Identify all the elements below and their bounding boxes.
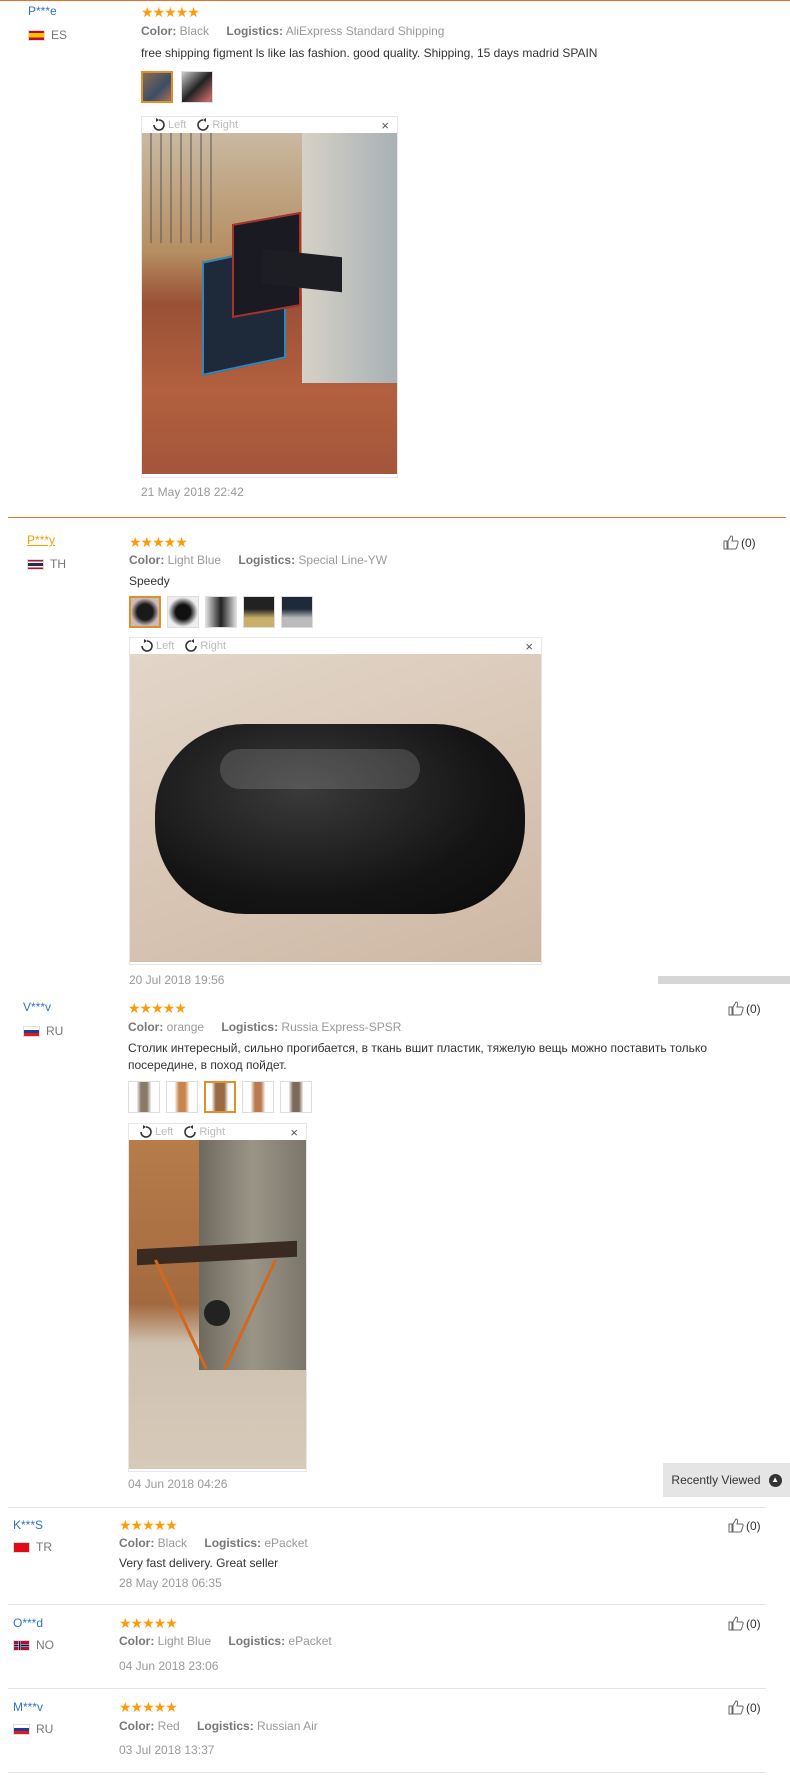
- reviewer-country: RU: [13, 1722, 53, 1736]
- photo-thumbnail[interactable]: [242, 1081, 274, 1113]
- photo-thumbnail[interactable]: [243, 596, 275, 628]
- reviewer-name[interactable]: P***e: [28, 4, 57, 18]
- star-rating: ★★★★★: [119, 1699, 178, 1715]
- photo-thumbnails: [141, 71, 213, 103]
- reviewer-country: TR: [13, 1540, 52, 1554]
- photo-thumbnail[interactable]: [204, 1081, 236, 1113]
- review-meta: Color: orange Logistics: Russia Express-…: [128, 1020, 402, 1034]
- viewer-toolbar: Left Right ×: [142, 117, 397, 133]
- reviewer-name[interactable]: P***y: [27, 533, 55, 547]
- rotate-right-icon: [197, 118, 210, 131]
- reviewer-name[interactable]: V***v: [23, 1000, 51, 1014]
- review-text: Speedy: [129, 574, 170, 588]
- review-date: 03 Jul 2018 13:37: [119, 1743, 215, 1757]
- flag-ru-icon: [13, 1723, 30, 1735]
- close-viewer-button[interactable]: ×: [525, 639, 533, 654]
- rotate-right-button[interactable]: Right: [183, 1125, 225, 1139]
- review-divider: [0, 0, 790, 1]
- photo-thumbnail[interactable]: [281, 596, 313, 628]
- review-date: 04 Jun 2018 04:26: [128, 1477, 228, 1491]
- close-viewer-button[interactable]: ×: [290, 1125, 298, 1140]
- photo-thumbnail[interactable]: [128, 1081, 160, 1113]
- rotate-left-button[interactable]: Left: [152, 118, 186, 132]
- review-text: Very fast delivery. Great seller: [119, 1556, 279, 1570]
- photo-thumbnail[interactable]: [205, 596, 237, 628]
- rotate-right-icon: [184, 1125, 197, 1138]
- review-meta: Color: Red Logistics: Russian Air: [119, 1719, 318, 1733]
- rotate-left-button[interactable]: Left: [139, 1125, 173, 1139]
- thumbs-up-icon: [728, 1001, 744, 1016]
- review-divider: [8, 1772, 766, 1773]
- photo-thumbnail[interactable]: [166, 1081, 198, 1113]
- rotate-left-icon: [153, 118, 165, 131]
- photo-thumbnail[interactable]: [167, 596, 199, 628]
- helpful-button[interactable]: (0): [728, 1616, 761, 1631]
- flag-th-icon: [27, 558, 44, 570]
- photo-viewer: Left Right ×: [141, 116, 398, 478]
- review-meta: Color: Light Blue Logistics: Special Lin…: [129, 553, 388, 567]
- rotate-left-icon: [140, 1125, 152, 1138]
- review-divider: [8, 1688, 766, 1689]
- helpful-button[interactable]: (0): [728, 1518, 761, 1533]
- photo-thumbnail[interactable]: [129, 596, 161, 628]
- thumbs-up-icon: [728, 1616, 744, 1631]
- review-date: 20 Jul 2018 19:56: [129, 973, 225, 987]
- helpful-button[interactable]: (0): [728, 1700, 761, 1715]
- review-divider: [8, 1604, 766, 1605]
- review-meta: Color: Light Blue Logistics: ePacket: [119, 1634, 332, 1648]
- flag-tr-icon: [13, 1541, 30, 1553]
- review-divider: [8, 517, 786, 518]
- star-rating: ★★★★★: [141, 4, 200, 20]
- review-photo: [129, 1140, 306, 1469]
- star-rating: ★★★★★: [119, 1615, 178, 1631]
- review-photo: [130, 654, 541, 962]
- reviewer-country: ES: [28, 28, 67, 42]
- photo-thumbnail[interactable]: [280, 1081, 312, 1113]
- review-meta: Color: Black Logistics: ePacket: [119, 1536, 308, 1550]
- chevron-up-icon: ▲: [768, 1473, 782, 1487]
- rotate-right-icon: [185, 639, 198, 652]
- flag-ru-icon: [23, 1025, 40, 1037]
- reviewer-country: NO: [13, 1638, 54, 1652]
- flag-es-icon: [28, 29, 45, 41]
- photo-thumbnails: [128, 1081, 312, 1113]
- star-rating: ★★★★★: [129, 534, 188, 550]
- recently-viewed-button[interactable]: Recently Viewed ▲: [663, 1463, 790, 1497]
- rotate-right-button[interactable]: Right: [196, 118, 238, 132]
- star-rating: ★★★★★: [128, 1000, 187, 1016]
- review-photo: [142, 133, 397, 474]
- reviewer-name[interactable]: K***S: [13, 1518, 43, 1532]
- review-text: free shipping figment ls like las fashio…: [141, 46, 598, 60]
- helpful-button[interactable]: (0): [723, 535, 756, 550]
- rotate-right-button[interactable]: Right: [184, 639, 226, 653]
- close-viewer-button[interactable]: ×: [381, 118, 389, 133]
- reviewer-name[interactable]: O***d: [13, 1616, 43, 1630]
- review-text: Столик интересный, сильно прогибается, в…: [128, 1041, 707, 1072]
- review-meta: Color: Black Logistics: AliExpress Stand…: [141, 24, 445, 38]
- reviewer-country: TH: [27, 557, 66, 571]
- reviewer-name[interactable]: M***v: [13, 1700, 43, 1714]
- star-rating: ★★★★★: [119, 1517, 178, 1533]
- viewer-toolbar: Left Right ×: [130, 638, 541, 654]
- review-date: 28 May 2018 06:35: [119, 1576, 222, 1590]
- review-divider: [8, 1507, 766, 1508]
- rotate-left-button[interactable]: Left: [140, 639, 174, 653]
- thumbs-up-icon: [728, 1518, 744, 1533]
- rotate-left-icon: [141, 639, 153, 652]
- review-date: 04 Jun 2018 23:06: [119, 1659, 219, 1673]
- horizontal-scrollbar[interactable]: [658, 976, 790, 984]
- photo-thumbnail[interactable]: [181, 71, 213, 103]
- photo-viewer: Left Right ×: [129, 637, 542, 965]
- helpful-button[interactable]: (0): [728, 1001, 761, 1016]
- reviewer-country: RU: [23, 1024, 63, 1038]
- flag-no-icon: [13, 1639, 30, 1651]
- photo-thumbnail[interactable]: [141, 71, 173, 103]
- viewer-toolbar: Left Right ×: [129, 1124, 306, 1140]
- photo-thumbnails: [129, 596, 313, 628]
- photo-viewer: Left Right ×: [128, 1123, 307, 1472]
- review-date: 21 May 2018 22:42: [141, 485, 244, 499]
- thumbs-up-icon: [723, 535, 739, 550]
- thumbs-up-icon: [728, 1700, 744, 1715]
